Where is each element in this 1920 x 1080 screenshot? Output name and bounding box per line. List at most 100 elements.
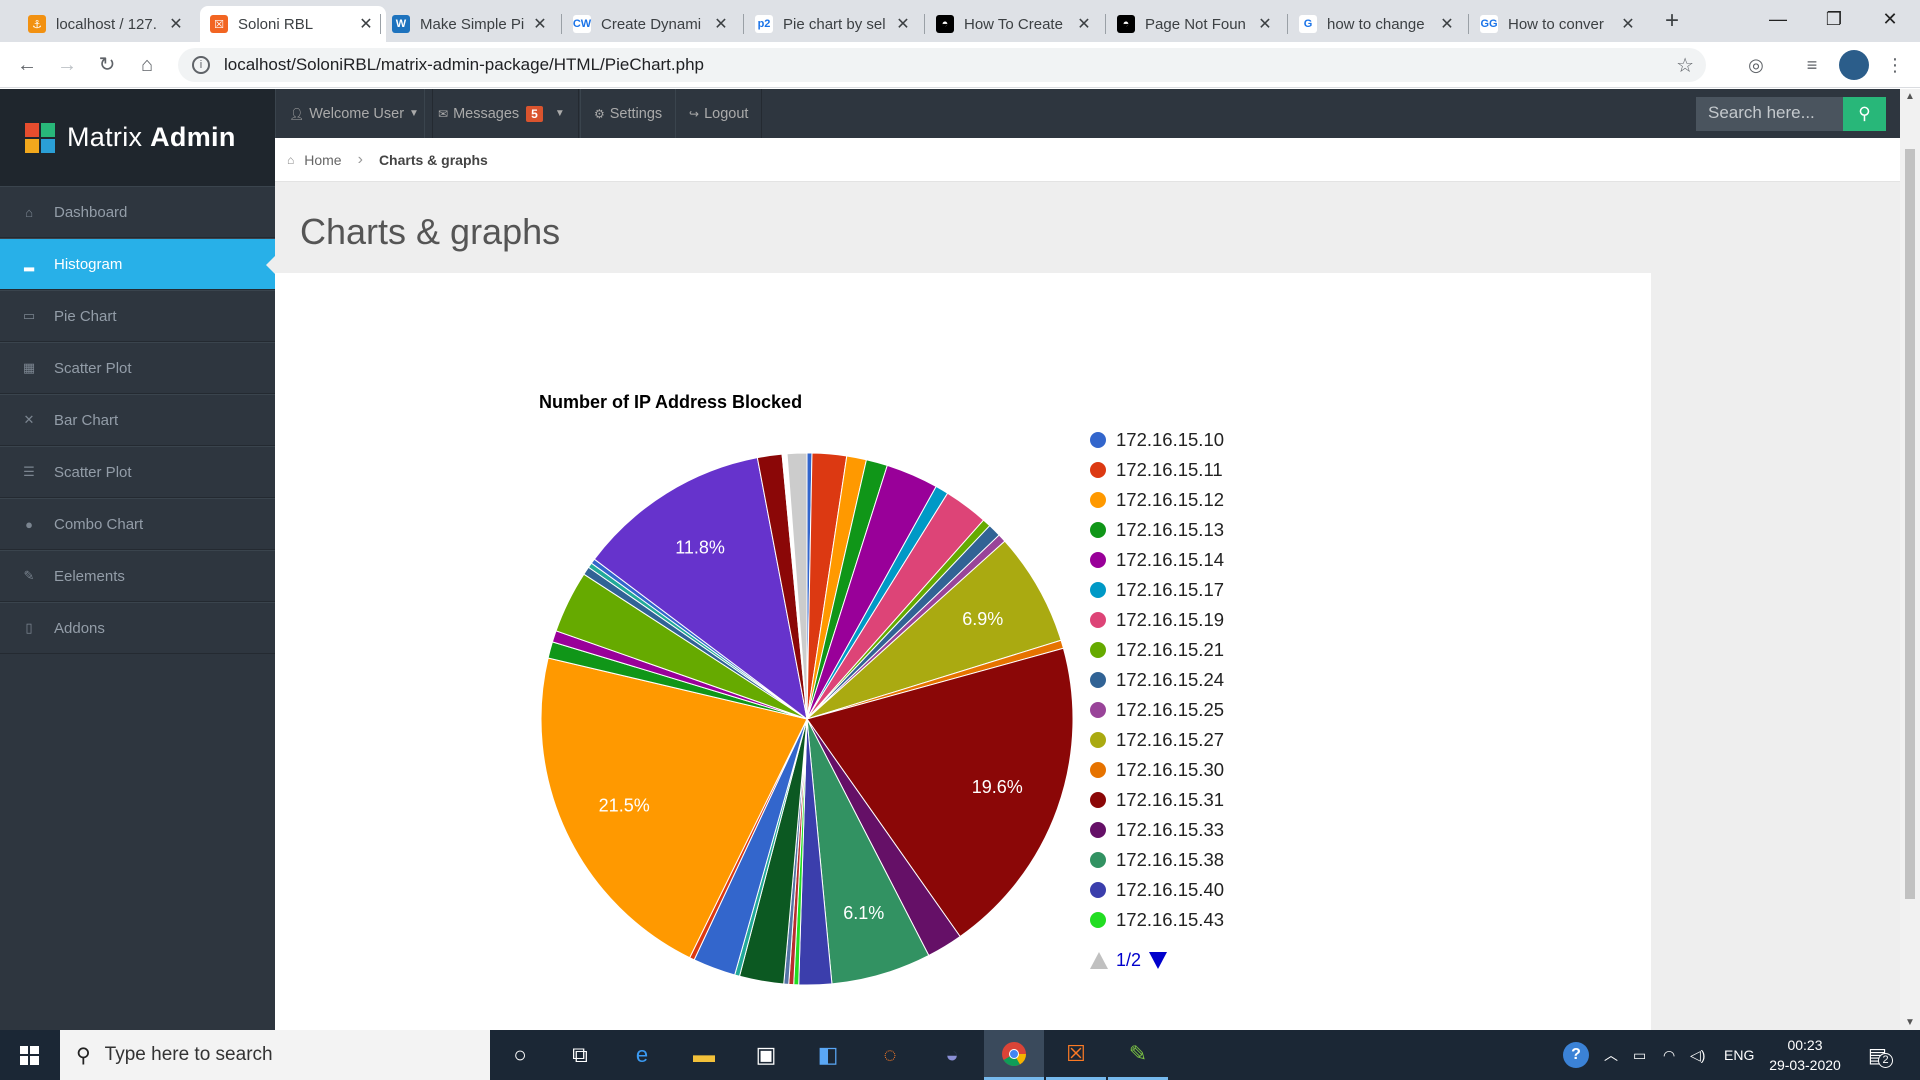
task-view-icon[interactable]: ⧉ xyxy=(550,1030,610,1080)
edge-icon[interactable]: e xyxy=(612,1030,672,1080)
forward-icon[interactable]: → xyxy=(50,48,84,82)
tab-close-icon[interactable]: ✕ xyxy=(356,14,376,34)
tab-close-icon[interactable]: ✕ xyxy=(1255,14,1275,34)
tab-close-icon[interactable]: ✕ xyxy=(1618,14,1638,34)
legend-entry[interactable]: 172.16.15.13 xyxy=(1090,515,1224,545)
tab-close-icon[interactable]: ✕ xyxy=(1437,14,1457,34)
profile-avatar[interactable] xyxy=(1839,50,1869,80)
media-playlist-icon[interactable]: ≡ xyxy=(1797,50,1827,80)
xampp-icon[interactable]: ☒ xyxy=(1046,1030,1106,1080)
bookmark-star-icon[interactable]: ☆ xyxy=(1676,53,1694,78)
battery-icon[interactable]: ▭ xyxy=(1633,1030,1646,1080)
list-icon: ☰ xyxy=(23,464,35,479)
system-clock[interactable]: 00:23 29-03-2020 xyxy=(1755,1035,1855,1075)
legend-entry[interactable]: 172.16.15.12 xyxy=(1090,485,1224,515)
browser-tab[interactable]: W Make Simple Pi ✕ xyxy=(382,6,560,42)
store-icon[interactable]: ▣ xyxy=(736,1030,796,1080)
file-explorer-icon[interactable]: ▬ xyxy=(674,1030,734,1080)
start-button[interactable] xyxy=(0,1030,58,1080)
sidebar-item-histogram[interactable]: ▂ Histogram xyxy=(0,238,275,290)
settings-link[interactable]: ⚙ Settings xyxy=(580,89,677,138)
legend-swatch xyxy=(1090,552,1106,568)
pie-chart: 6.9% 19.6% 6.1% 21.5% 11.8% xyxy=(540,452,1074,986)
breadcrumb: ⌂ Home › Charts & graphs xyxy=(275,138,1900,182)
messages-menu[interactable]: ✉ Messages 5 ▼ xyxy=(424,89,579,138)
legend-entry[interactable]: 172.16.15.21 xyxy=(1090,635,1224,665)
maximize-button[interactable]: ❐ xyxy=(1806,0,1862,40)
legend-entry[interactable]: 172.16.15.14 xyxy=(1090,545,1224,575)
browser-tab[interactable]: Ghow to change ✕ xyxy=(1289,6,1467,42)
legend-entry[interactable]: 172.16.15.40 xyxy=(1090,875,1224,905)
visual-studio-code-icon[interactable]: ◧ xyxy=(798,1030,858,1080)
cortana-icon[interactable]: ○ xyxy=(490,1030,550,1080)
legend-entry[interactable]: 172.16.15.24 xyxy=(1090,665,1224,695)
scroll-up-icon[interactable]: ▲ xyxy=(1900,91,1920,102)
eclipse-icon[interactable]: ◒ xyxy=(922,1030,982,1080)
legend-entry[interactable]: 172.16.15.17 xyxy=(1090,575,1224,605)
notifications-icon[interactable]: ▤ 2 xyxy=(1868,1030,1893,1080)
sidebar-item-dashboard[interactable]: ⌂ Dashboard xyxy=(0,186,275,238)
new-tab-button[interactable]: + xyxy=(1656,6,1688,38)
tab-close-icon[interactable]: ✕ xyxy=(893,14,913,34)
sidebar-item-scatter-plot[interactable]: ☰ Scatter Plot xyxy=(0,446,275,498)
site-info-icon[interactable]: i xyxy=(192,56,210,74)
legend-entry[interactable]: 172.16.15.30 xyxy=(1090,755,1224,785)
scroll-down-icon[interactable]: ▼ xyxy=(1900,1017,1920,1028)
close-window-button[interactable]: ✕ xyxy=(1862,0,1918,40)
language-indicator[interactable]: ENG xyxy=(1724,1030,1754,1080)
breadcrumb-home-link[interactable]: Home xyxy=(304,152,341,168)
browser-tab[interactable]: ☒ Soloni RBL ✕ xyxy=(200,6,386,42)
scroll-thumb[interactable] xyxy=(1905,149,1915,899)
browser-tab[interactable]: p2 Pie chart by sel ✕ xyxy=(745,6,923,42)
logout-link[interactable]: ↪ Logout xyxy=(675,89,763,138)
reload-icon[interactable]: ↻ xyxy=(90,48,124,82)
search-button[interactable]: ⚲ xyxy=(1843,97,1886,131)
legend-entry[interactable]: 172.16.15.31 xyxy=(1090,785,1224,815)
jupyter-icon[interactable]: ◌ xyxy=(860,1030,920,1080)
sidebar-item-addons[interactable]: ▯ Addons xyxy=(0,602,275,654)
minimize-button[interactable]: — xyxy=(1750,0,1806,40)
browser-tab[interactable]: ⚓ localhost / 127. ✕ xyxy=(18,6,196,42)
legend-entry[interactable]: 172.16.15.11 xyxy=(1090,455,1224,485)
tab-close-icon[interactable]: ✕ xyxy=(166,14,186,34)
tab-close-icon[interactable]: ✕ xyxy=(1074,14,1094,34)
sidebar-item-pie-chart[interactable]: ▭ Pie Chart xyxy=(0,290,275,342)
legend-entry[interactable]: 172.16.15.19 xyxy=(1090,605,1224,635)
browser-tab[interactable]: GG How to conver ✕ xyxy=(1470,6,1648,42)
legend-entry[interactable]: 172.16.15.25 xyxy=(1090,695,1224,725)
sidebar-item-scatter-plot[interactable]: ▦ Scatter Plot xyxy=(0,342,275,394)
wifi-icon[interactable]: ◠ xyxy=(1663,1030,1675,1080)
browser-tab[interactable]: ◓ Page Not Foun ✕ xyxy=(1107,6,1285,42)
chrome-icon[interactable] xyxy=(984,1030,1044,1080)
browser-tab[interactable]: ◓ How To Create ✕ xyxy=(926,6,1104,42)
sidebar-item-combo-chart[interactable]: ● Combo Chart xyxy=(0,498,275,550)
legend-entry[interactable]: 172.16.15.43 xyxy=(1090,905,1224,935)
legend-entry[interactable]: 172.16.15.33 xyxy=(1090,815,1224,845)
sidebar-item-eelements[interactable]: ✎ Eelements xyxy=(0,550,275,602)
welcome-user-menu[interactable]: 👤︎ Welcome User ▼ xyxy=(275,89,433,138)
legend-entry[interactable]: 172.16.15.38 xyxy=(1090,845,1224,875)
notepad-icon[interactable]: ✎ xyxy=(1108,1030,1168,1080)
help-icon[interactable]: ? xyxy=(1563,1030,1589,1080)
extension-icon[interactable]: ◎ xyxy=(1741,50,1771,80)
caret-down-icon: ▼ xyxy=(554,108,565,119)
legend-prev-page-icon[interactable] xyxy=(1090,952,1108,969)
tab-close-icon[interactable]: ✕ xyxy=(530,14,550,34)
legend-entry[interactable]: 172.16.15.10 xyxy=(1090,425,1224,455)
legend-label: 172.16.15.30 xyxy=(1116,759,1225,780)
tray-overflow-icon[interactable]: ︿ xyxy=(1604,1030,1618,1080)
pie-slice-label: 6.9% xyxy=(962,609,1003,629)
tab-close-icon[interactable]: ✕ xyxy=(711,14,731,34)
url-bar[interactable]: i localhost/SoloniRBL/matrix-admin-packa… xyxy=(178,48,1706,82)
legend-next-page-icon[interactable] xyxy=(1149,952,1168,969)
browser-tab[interactable]: CW Create Dynami ✕ xyxy=(563,6,741,42)
back-icon[interactable]: ← xyxy=(10,48,44,82)
menu-dots-icon[interactable]: ⋮ xyxy=(1880,50,1910,80)
legend-entry[interactable]: 172.16.15.27 xyxy=(1090,725,1224,755)
brand[interactable]: Matrix Admin xyxy=(0,89,275,186)
taskbar-search-box[interactable]: ⚲ Type here to search xyxy=(60,1030,490,1080)
home-icon[interactable]: ⌂ xyxy=(130,48,164,82)
volume-icon[interactable]: ◁) xyxy=(1690,1030,1705,1080)
page-scrollbar[interactable]: ▲ ▼ xyxy=(1900,89,1920,1030)
sidebar-item-bar-chart[interactable]: ✕ Bar Chart xyxy=(0,394,275,446)
